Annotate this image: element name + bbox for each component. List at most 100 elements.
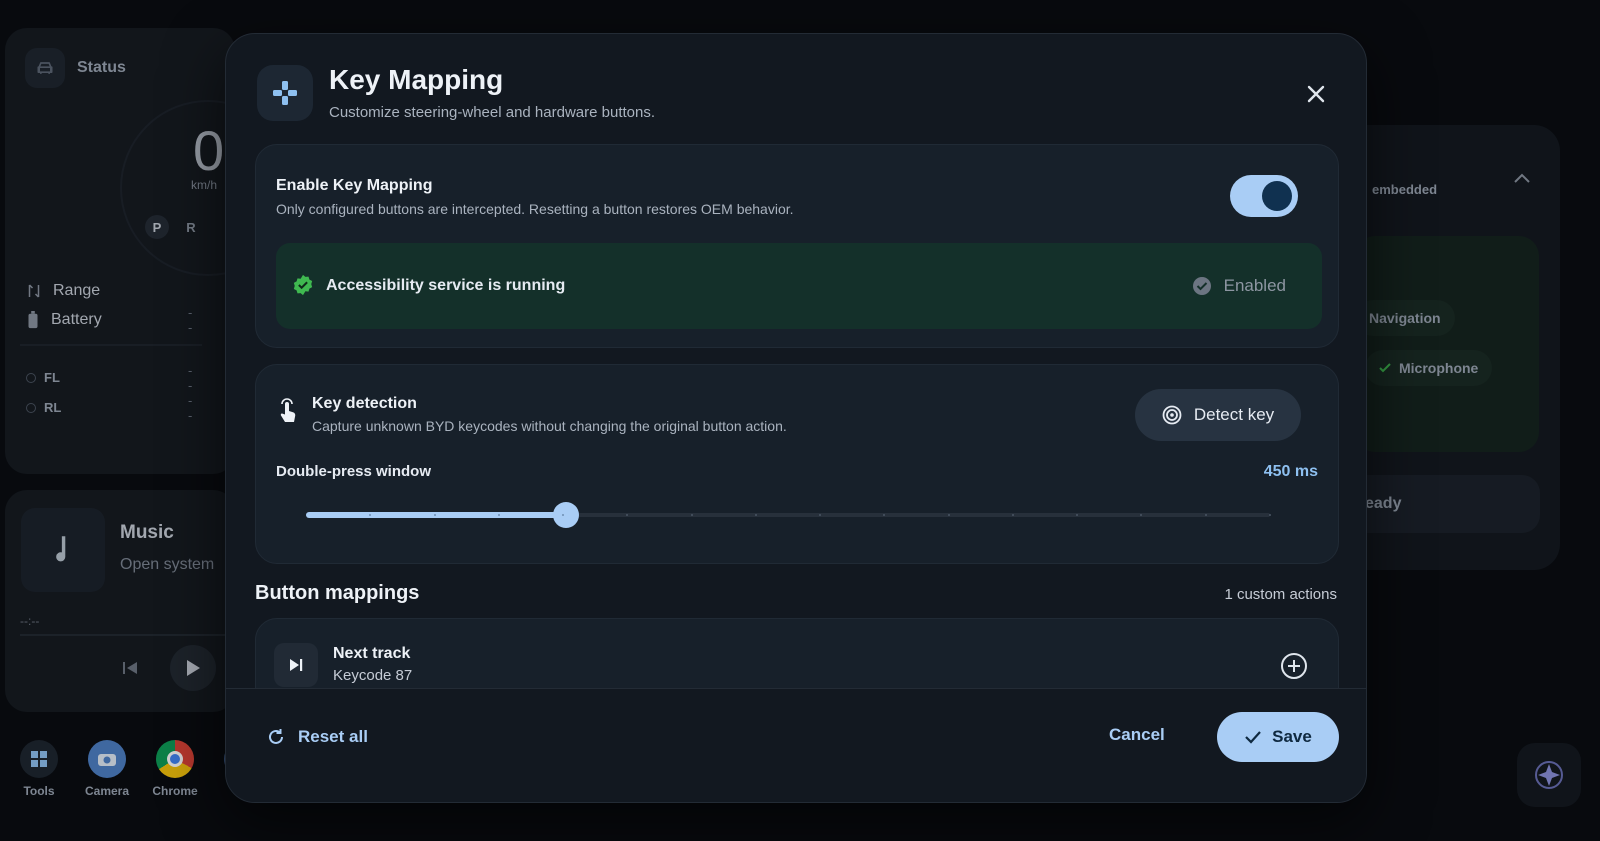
button-mappings-title: Button mappings: [255, 582, 420, 604]
music-card: Music Open system --:--: [5, 490, 235, 712]
touch-icon: [280, 398, 296, 422]
battery-label: Battery: [51, 311, 102, 328]
range-row: Range: [25, 282, 100, 300]
slider-tick: [754, 514, 757, 516]
close-icon: [1307, 85, 1325, 103]
tire-indicator: [26, 402, 36, 413]
music-title: Music: [120, 522, 174, 543]
gear-selector: P R: [145, 215, 203, 239]
status-header: Status: [25, 48, 126, 88]
camera-icon: [88, 740, 126, 778]
battery-row: Battery --: [25, 305, 192, 335]
check-icon: [1379, 363, 1391, 373]
speed-unit: km/h: [191, 178, 218, 192]
status-title: Status: [77, 59, 126, 76]
target-icon: [1162, 405, 1182, 425]
slider-tick: [690, 514, 693, 516]
slider-thumb[interactable]: [553, 502, 580, 528]
enable-card: Enable Key Mapping Only configured butto…: [255, 144, 1339, 348]
key-mapping-dialog: Key Mapping Customize steering-wheel and…: [225, 33, 1367, 803]
double-press-label: Double-press window: [276, 463, 432, 480]
close-button[interactable]: [1298, 76, 1334, 112]
battery-icon: [28, 311, 38, 329]
reset-all-label: Reset all: [298, 727, 368, 746]
key-detection-description: Capture unknown BYD keycodes without cha…: [312, 418, 787, 434]
slider-tick: [947, 514, 950, 516]
service-status-text: Accessibility service is running: [326, 277, 566, 294]
service-status-banner: Accessibility service is running Enabled: [276, 243, 1322, 329]
tire-label: FL: [44, 370, 60, 385]
check-icon: [1245, 731, 1261, 744]
enable-toggle[interactable]: [1230, 175, 1298, 217]
music-time: --:--: [20, 614, 40, 628]
chrome-icon: [156, 740, 194, 778]
music-subtitle[interactable]: Open system: [120, 556, 214, 574]
embedded-label: embedded: [1372, 182, 1438, 197]
ready-label: eady: [1365, 495, 1402, 512]
skip-next-icon: [274, 643, 318, 687]
check-circle-icon: [1192, 277, 1211, 295]
tire-label: RL: [44, 400, 62, 415]
slider-tick: [433, 514, 436, 516]
slider-fill: [306, 512, 567, 518]
toggle-knob: [1262, 181, 1292, 211]
divider: [20, 344, 202, 346]
slider-tick: [1204, 514, 1207, 516]
assistant-button[interactable]: [1517, 743, 1581, 807]
gamepad-icon: [257, 65, 313, 121]
dock-item-camera[interactable]: Camera: [82, 740, 132, 798]
gear-r[interactable]: R: [179, 215, 203, 239]
tire-value: --: [188, 362, 193, 393]
double-press-slider[interactable]: [306, 502, 1271, 528]
verified-check-icon: [293, 274, 313, 296]
dock-item-tools[interactable]: Tools: [14, 740, 64, 798]
dialog-title: Key Mapping: [329, 64, 504, 95]
slider-tick: [497, 514, 500, 516]
music-controls: [120, 645, 216, 691]
dock-label: Chrome: [152, 784, 198, 798]
chip-navigation: Navigation: [1355, 300, 1455, 336]
dialog-footer: Reset all Cancel Save: [226, 688, 1366, 802]
custom-actions-count: 1 custom actions: [1224, 586, 1337, 603]
add-circle-icon[interactable]: [1280, 652, 1308, 680]
key-detection-card: Key detection Capture unknown BYD keycod…: [255, 364, 1339, 564]
battery-value: --: [188, 305, 193, 335]
service-status-label: Enabled: [1223, 276, 1286, 295]
tire-value: --: [188, 392, 193, 423]
tire-fl: FL --: [26, 363, 192, 393]
chevron-up-icon[interactable]: [1513, 172, 1531, 184]
play-button[interactable]: [170, 645, 216, 691]
range-label: Range: [53, 282, 101, 299]
speed-value: 0: [193, 119, 225, 182]
previous-track-icon[interactable]: [120, 658, 140, 678]
dock-label: Tools: [23, 784, 55, 798]
chip-microphone: Microphone: [1365, 350, 1493, 386]
permissions-panel: [1355, 236, 1539, 452]
mapping-keycode: Keycode 87: [333, 667, 413, 684]
mapping-title: Next track: [333, 645, 411, 662]
dock-item-chrome[interactable]: Chrome: [150, 740, 200, 798]
tire-indicator: [26, 372, 36, 383]
reset-all-button[interactable]: Reset all: [266, 721, 368, 753]
double-press-value: 450 ms: [1263, 463, 1318, 480]
slider-tick: [1011, 514, 1014, 516]
cancel-button[interactable]: Cancel: [1109, 725, 1165, 745]
save-button[interactable]: Save: [1217, 712, 1339, 762]
gear-p[interactable]: P: [145, 215, 169, 239]
car-icon: [25, 48, 65, 88]
enable-title: Enable Key Mapping: [276, 177, 433, 194]
save-label: Save: [1272, 727, 1312, 746]
refresh-icon: [269, 729, 283, 744]
music-progress[interactable]: [20, 634, 230, 636]
dialog-subtitle: Customize steering-wheel and hardware bu…: [329, 104, 656, 121]
slider-tick: [1269, 514, 1271, 516]
play-icon: [187, 660, 200, 676]
assistant-icon: [1535, 761, 1563, 789]
range-icon: [28, 284, 40, 298]
detect-key-button[interactable]: Detect key: [1135, 389, 1301, 441]
service-enabled-indicator: Enabled: [1192, 276, 1286, 296]
enable-description: Only configured buttons are intercepted.…: [276, 201, 794, 217]
key-detection-title: Key detection: [312, 395, 417, 412]
detect-key-label: Detect key: [1193, 405, 1275, 424]
music-note-icon: [21, 508, 105, 592]
